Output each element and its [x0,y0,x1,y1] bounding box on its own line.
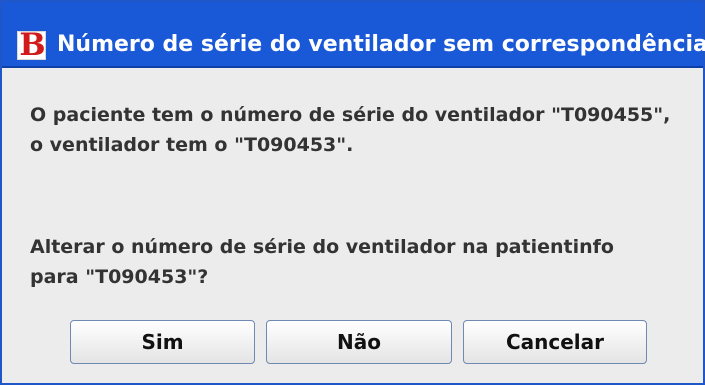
dialog-question: Alterar o número de série do ventilador … [30,232,614,292]
dialog-message: O paciente tem o número de série do vent… [30,100,690,288]
question-line: para "T090453"? [30,266,209,288]
cancel-button[interactable]: Cancelar [463,320,647,364]
app-logo-letter: B [19,27,46,63]
title-bar[interactable]: B Número de série do ventilador sem corr… [2,2,705,68]
question-line: Alterar o número de série do ventilador … [30,236,614,258]
no-button[interactable]: Não [266,320,452,364]
app-logo-icon: B [17,27,46,63]
dialog-window: B Número de série do ventilador sem corr… [0,0,705,385]
dialog-title: Número de série do ventilador sem corres… [57,32,705,57]
message-line: o ventilador tem o "T090453". [30,134,354,156]
message-line: O paciente tem o número de série do vent… [30,104,671,126]
yes-button[interactable]: Sim [70,320,255,364]
